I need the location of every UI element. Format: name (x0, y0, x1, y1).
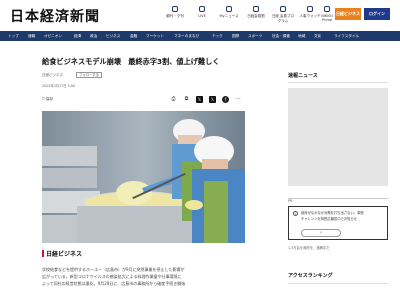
nav-item-sports[interactable]: スポーツ (248, 31, 262, 41)
live-link[interactable]: LIVE (190, 6, 214, 18)
nav-item-tech[interactable]: テック (212, 31, 223, 41)
bookmark-icon: ⛉ (42, 97, 45, 101)
member-discount-link[interactable]: 日経会員割 (244, 6, 268, 19)
ad-placeholder (288, 88, 388, 186)
people-icon (307, 6, 313, 12)
nav-item-top[interactable]: トップ (8, 31, 19, 41)
page: 日本経済新聞 朝刊・夕刊 LIVE Myニュース 日経会員割 日経 会員プログラ… (0, 0, 400, 300)
pr-label: PR (288, 199, 293, 203)
article-headline: 給食ビジネスモデル崩壊 最終赤字3割、値上げ難しく (42, 57, 220, 66)
nav-item-opinion[interactable]: オピニオン (44, 31, 62, 41)
program-icon (280, 6, 286, 12)
morning-evening-edition-link[interactable]: 朝刊・夕刊 (163, 6, 187, 19)
x-post-icon[interactable]: 𝕏 (209, 96, 216, 103)
nav-item-lifestyle[interactable]: ライフスタイル (334, 31, 359, 41)
newspaper-icon (172, 6, 178, 12)
chevron-right-icon[interactable]: › (301, 229, 341, 237)
business-brand-label: 日経ビジネス (42, 249, 82, 258)
nav-item-region[interactable]: 地域 (298, 31, 305, 41)
coupon-icon (253, 6, 259, 12)
follow-button[interactable]: フォローする (76, 72, 102, 78)
promo-message: 政府がなかなか対策を打ち出さない。事態 チャレンジを特別広報窓口でお知らせ (301, 211, 364, 221)
site-logo[interactable]: 日本経済新聞 (10, 6, 100, 26)
share-icon[interactable]: ⋯ (235, 96, 242, 103)
divider (288, 283, 388, 284)
nav-item-society[interactable]: 社会・調査 (272, 31, 290, 41)
live-icon (199, 6, 205, 12)
copy-icon[interactable]: ⧉ (183, 96, 190, 103)
article-photo (42, 111, 245, 243)
nikkei-prime-link[interactable]: NIKKEI Prime (318, 6, 336, 22)
x-share-icon[interactable]: 𝕏 (196, 96, 203, 103)
nav-item-breaking[interactable]: 速報 (28, 31, 35, 41)
body-line: 学校給食などを提供するホーユー（広島市）が9月に突然事業を停止した影響が (42, 267, 185, 272)
nav-item-economy[interactable]: 経済 (74, 31, 81, 41)
save-button[interactable]: ⛉ 保存 (42, 97, 53, 102)
facebook-icon[interactable]: f (222, 96, 229, 103)
kitchen-workers-image (42, 111, 245, 243)
body-line: よって同社の経営状態は悪化。9月29日に、広島市の事務所から破産手続き開始 (42, 281, 186, 286)
divider (288, 82, 388, 83)
nav-item-money[interactable]: マネーのまなび (174, 31, 199, 41)
breaking-news-title: 速報ニュース (288, 73, 318, 79)
nav-item-finance[interactable]: 金融 (130, 31, 137, 41)
main-nav: トップ 速報 オピニオン 経済 政治 ビジネス 金融 マーケット マネーのまなび… (0, 31, 400, 41)
nav-item-culture[interactable]: 文化 (314, 31, 321, 41)
article-date: 2025年3月17日 5:00 (42, 84, 76, 88)
promo-box[interactable]: i 政府がなかなか対策を打ち出さない。事態 チャレンジを特別広報窓口でお知らせ … (288, 206, 388, 240)
nav-item-business[interactable]: ビジネス (106, 31, 120, 41)
nav-item-politics[interactable]: 政治 (90, 31, 97, 41)
access-ranking-title: アクセスランキング (288, 273, 333, 279)
brand-accent-bar (42, 250, 44, 257)
info-icon: i (293, 211, 298, 216)
business-button[interactable]: 日経ビジネス (335, 8, 361, 20)
login-button[interactable]: ログイン (364, 8, 390, 20)
body-line: 広がっている。新型コロナウイルスの感染拡大による料理作業量や仕事環境に (42, 274, 182, 279)
nav-item-international[interactable]: 国際 (232, 31, 239, 41)
prime-icon (324, 6, 330, 12)
divider (288, 198, 388, 199)
site-header: 日本経済新聞 朝刊・夕刊 LIVE Myニュース 日経会員割 日経 会員プログラ… (0, 0, 400, 30)
sidebar-note: 1,3万会を政府を、指摘中だ (288, 246, 330, 250)
my-news-link[interactable]: Myニュース (217, 6, 241, 19)
member-program-link[interactable]: 日経 会員プログラム (271, 6, 295, 24)
star-icon (226, 6, 232, 12)
article-source[interactable]: 日経ビジネス (42, 73, 63, 78)
nav-item-market[interactable]: マーケット (146, 31, 164, 41)
article-body: 学校給食などを提供するホーユー（広島市）が9月に突然事業を停止した影響が 広がっ… (42, 266, 248, 287)
print-icon[interactable]: ⎙ (170, 96, 177, 103)
